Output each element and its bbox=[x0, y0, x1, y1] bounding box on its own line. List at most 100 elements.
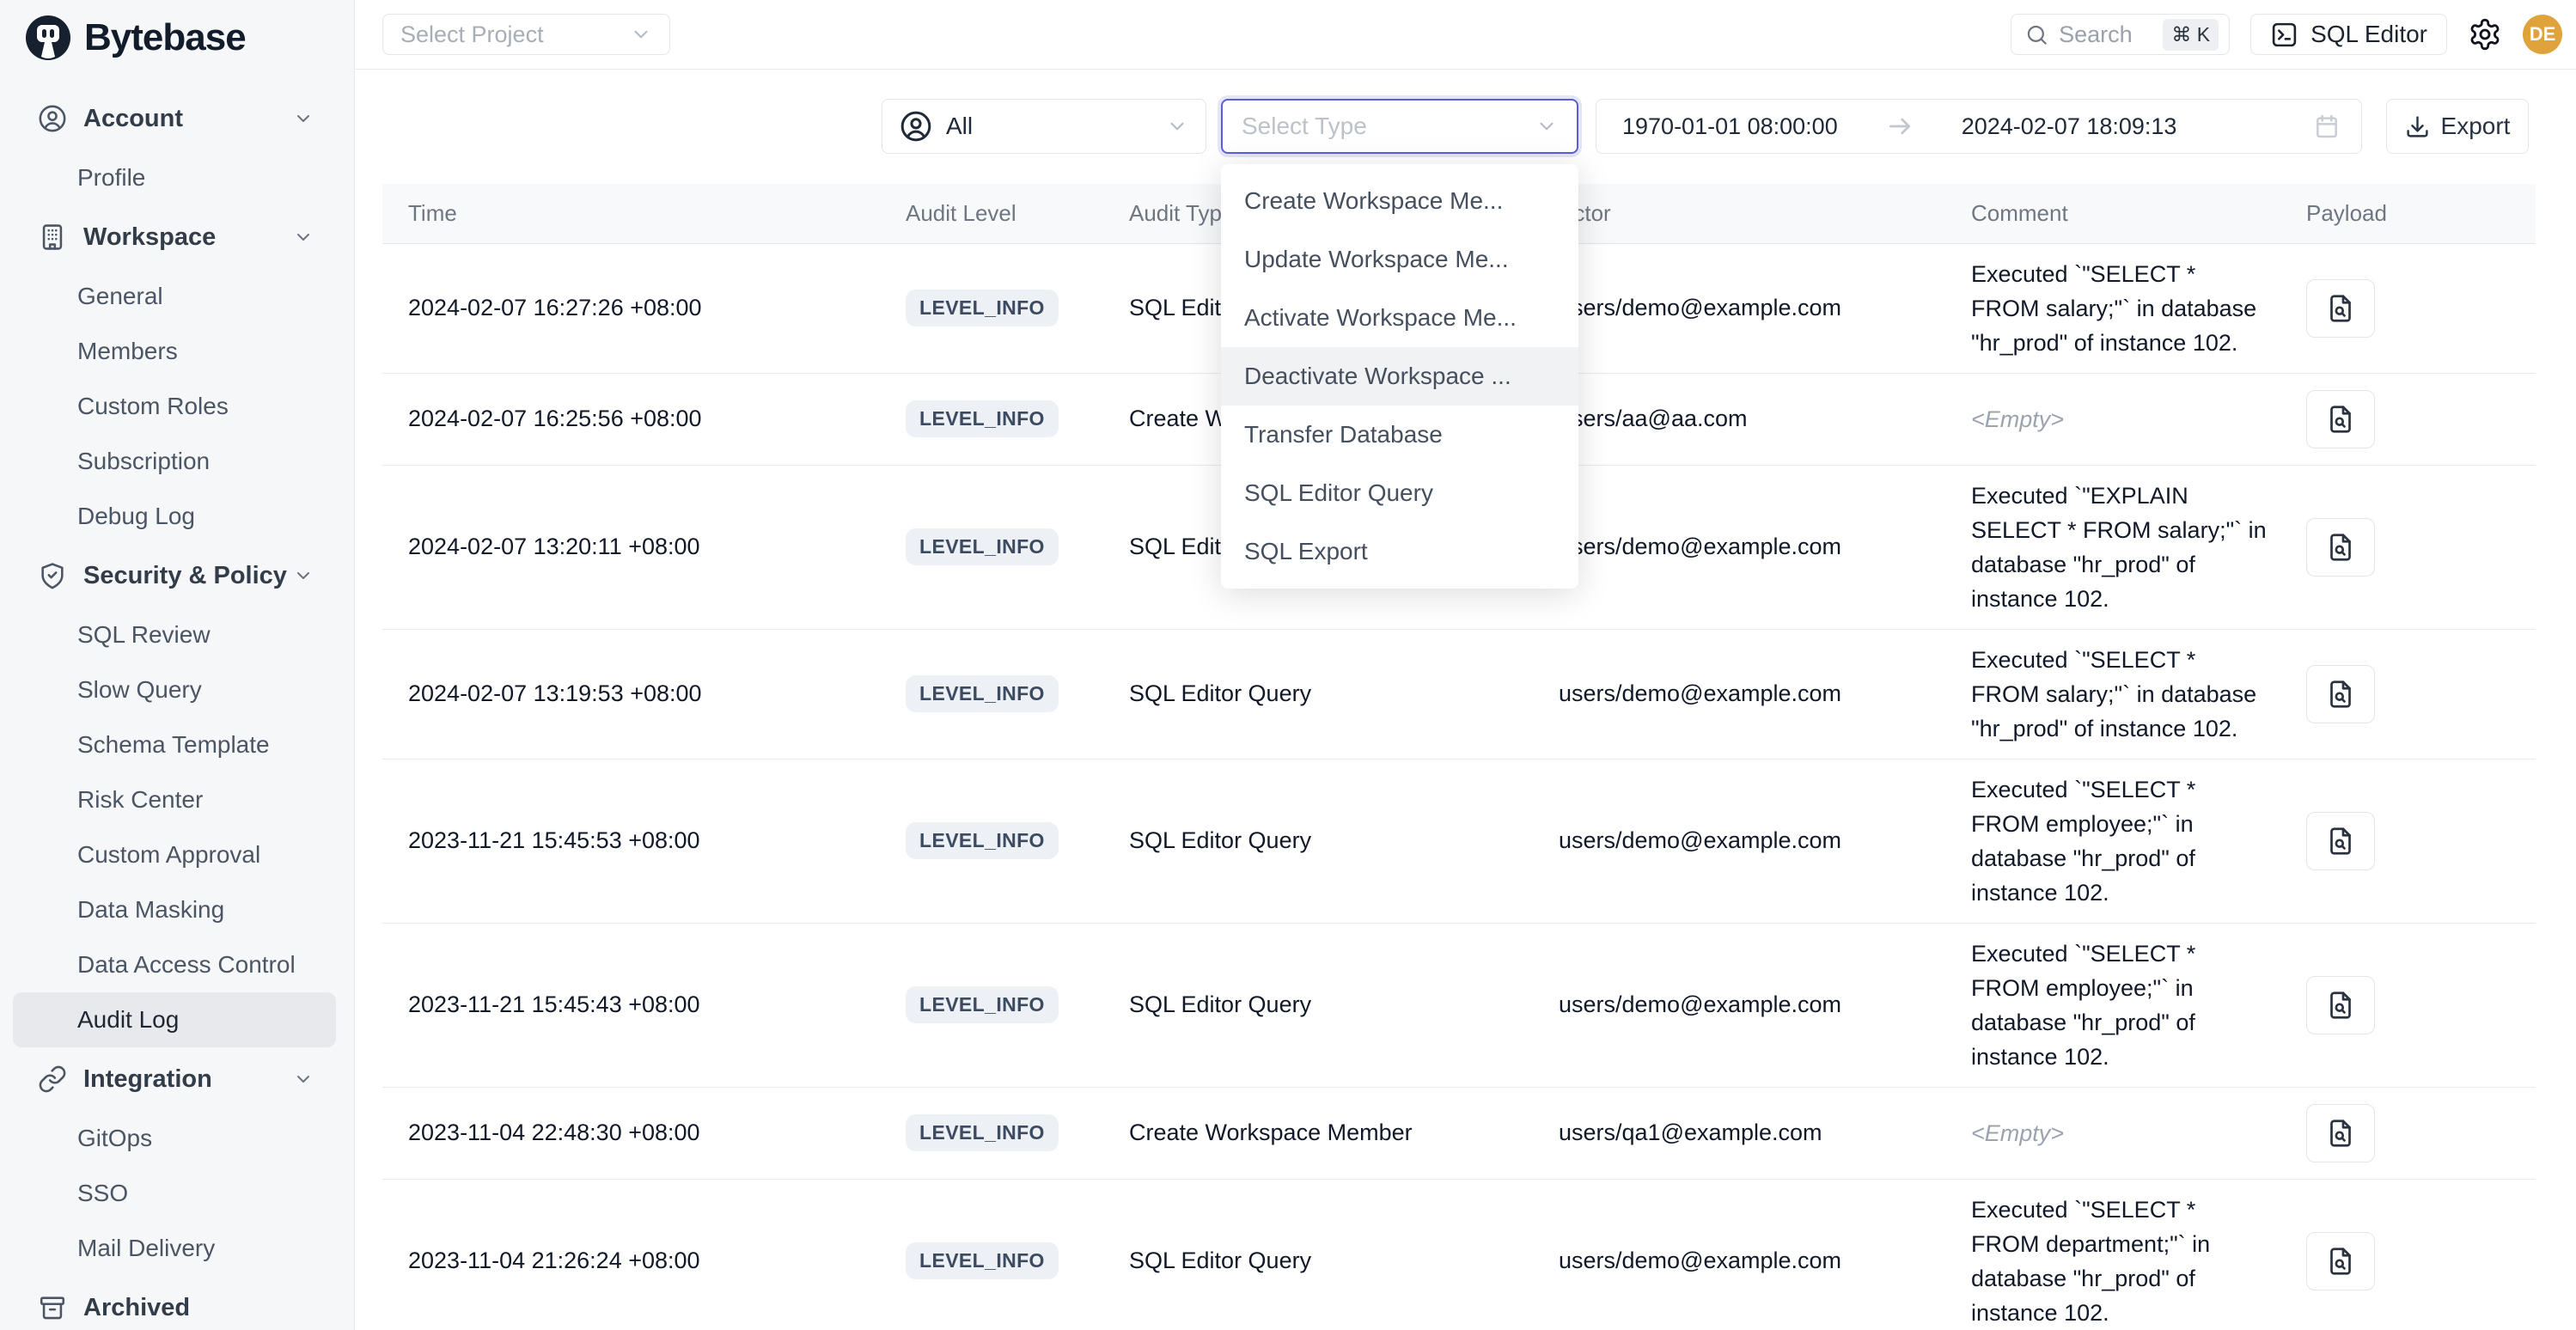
file-search-icon bbox=[2325, 532, 2356, 563]
sidebar-nav: Account Profile Workspace General Member… bbox=[0, 91, 354, 1330]
avatar[interactable]: DE bbox=[2523, 15, 2562, 54]
file-search-icon bbox=[2325, 293, 2356, 324]
sidebar-item-integration[interactable]: Integration bbox=[13, 1052, 336, 1107]
comment-cell: <Empty> bbox=[1950, 373, 2286, 465]
payload-view-button[interactable] bbox=[2306, 279, 2375, 338]
bytebase-logo-icon bbox=[24, 14, 72, 62]
table-row[interactable]: 2023-11-21 15:45:53 +08:00 LEVEL_INFO SQ… bbox=[382, 759, 2536, 923]
actor-cell: users/aa@aa.com bbox=[1538, 373, 1950, 465]
audit-level-cell: LEVEL_INFO bbox=[885, 923, 1108, 1087]
payload-view-button[interactable] bbox=[2306, 665, 2375, 723]
sidebar-item-gitops[interactable]: GitOps bbox=[13, 1111, 336, 1166]
dropdown-option[interactable]: SQL Editor Query bbox=[1221, 464, 1578, 522]
sidebar-item-sql-review[interactable]: SQL Review bbox=[13, 607, 336, 662]
audit-level-cell: LEVEL_INFO bbox=[885, 1087, 1108, 1179]
sidebar-item-subscription[interactable]: Subscription bbox=[13, 434, 336, 489]
dropdown-option[interactable]: Create Workspace Me... bbox=[1221, 172, 1578, 230]
user-circle-icon bbox=[900, 110, 932, 143]
search-input[interactable]: Search ⌘ K bbox=[2011, 14, 2230, 55]
actor-filter-value: All bbox=[946, 113, 973, 140]
dropdown-option[interactable]: Update Workspace Me... bbox=[1221, 230, 1578, 289]
file-search-icon bbox=[2325, 990, 2356, 1021]
sidebar-item-schema-template[interactable]: Schema Template bbox=[13, 717, 336, 772]
sidebar-item-audit-log[interactable]: Audit Log bbox=[13, 992, 336, 1047]
bytebase-logo[interactable]: Bytebase bbox=[0, 0, 354, 62]
actor-filter-select[interactable]: All bbox=[882, 99, 1206, 154]
chevron-down-icon bbox=[1166, 115, 1188, 137]
sidebar-item-debug-log[interactable]: Debug Log bbox=[13, 489, 336, 544]
audit-level-cell: LEVEL_INFO bbox=[885, 373, 1108, 465]
topbar-right: Search ⌘ K SQL Editor DE bbox=[2011, 14, 2562, 55]
actor-cell: users/demo@example.com bbox=[1538, 759, 1950, 923]
dropdown-option[interactable]: Activate Workspace Me... bbox=[1221, 289, 1578, 347]
audit-type-cell: SQL Editor Query bbox=[1108, 629, 1538, 759]
search-shortcut-kbd: ⌘ K bbox=[2163, 19, 2219, 51]
table-row[interactable]: 2023-11-04 22:48:30 +08:00 LEVEL_INFO Cr… bbox=[382, 1087, 2536, 1179]
date-range-picker[interactable]: 1970-01-01 08:00:00 2024-02-07 18:09:13 bbox=[1596, 99, 2362, 154]
time-cell: 2024-02-07 13:19:53 +08:00 bbox=[382, 629, 885, 759]
project-select-placeholder: Select Project bbox=[400, 21, 544, 48]
payload-view-button[interactable] bbox=[2306, 390, 2375, 448]
sidebar-item-sso[interactable]: SSO bbox=[13, 1166, 336, 1221]
gear-icon[interactable] bbox=[2468, 17, 2502, 52]
type-filter-select[interactable]: Select Type bbox=[1221, 99, 1578, 154]
dropdown-option[interactable]: Transfer Database bbox=[1221, 406, 1578, 464]
shield-check-icon bbox=[38, 561, 67, 590]
payload-view-button[interactable] bbox=[2306, 976, 2375, 1034]
sql-editor-label: SQL Editor bbox=[2310, 21, 2427, 48]
level-badge: LEVEL_INFO bbox=[906, 400, 1059, 437]
sql-editor-button[interactable]: SQL Editor bbox=[2250, 14, 2447, 55]
chevron-down-icon bbox=[1535, 115, 1558, 137]
actor-cell: users/demo@example.com bbox=[1538, 465, 1950, 629]
payload-cell bbox=[2286, 1087, 2536, 1179]
sidebar-item-account[interactable]: Account bbox=[13, 91, 336, 146]
sidebar-item-profile[interactable]: Profile bbox=[13, 150, 336, 205]
sidebar-item-data-masking[interactable]: Data Masking bbox=[13, 882, 336, 937]
building-icon bbox=[38, 223, 67, 252]
sidebar-item-members[interactable]: Members bbox=[13, 324, 336, 379]
project-select[interactable]: Select Project bbox=[382, 14, 670, 55]
file-search-icon bbox=[2325, 404, 2356, 435]
sidebar-item-data-access-control[interactable]: Data Access Control bbox=[13, 937, 336, 992]
sidebar-item-general[interactable]: General bbox=[13, 269, 336, 324]
payload-view-button[interactable] bbox=[2306, 518, 2375, 577]
time-cell: 2023-11-21 15:45:43 +08:00 bbox=[382, 923, 885, 1087]
actor-cell: users/demo@example.com bbox=[1538, 243, 1950, 373]
audit-level-cell: LEVEL_INFO bbox=[885, 1179, 1108, 1330]
table-row[interactable]: 2023-11-04 21:26:24 +08:00 LEVEL_INFO SQ… bbox=[382, 1179, 2536, 1330]
dropdown-option[interactable]: SQL Export bbox=[1221, 522, 1578, 581]
payload-view-button[interactable] bbox=[2306, 1104, 2375, 1162]
actor-cell: users/demo@example.com bbox=[1538, 1179, 1950, 1330]
calendar-icon bbox=[2313, 113, 2341, 140]
payload-cell bbox=[2286, 1179, 2536, 1330]
type-filter-dropdown: Create Workspace Me... Update Workspace … bbox=[1221, 164, 1578, 589]
sidebar-item-custom-approval[interactable]: Custom Approval bbox=[13, 827, 336, 882]
chevron-down-icon bbox=[293, 108, 314, 129]
payload-view-button[interactable] bbox=[2306, 812, 2375, 870]
user-circle-icon bbox=[38, 104, 67, 133]
sidebar-item-workspace[interactable]: Workspace bbox=[13, 210, 336, 265]
search-icon bbox=[2025, 23, 2048, 46]
file-search-icon bbox=[2325, 679, 2356, 710]
audit-level-cell: LEVEL_INFO bbox=[885, 465, 1108, 629]
sidebar-item-archived[interactable]: Archived bbox=[13, 1280, 336, 1330]
sidebar-item-custom-roles[interactable]: Custom Roles bbox=[13, 379, 336, 434]
payload-cell bbox=[2286, 629, 2536, 759]
sidebar-item-risk-center[interactable]: Risk Center bbox=[13, 772, 336, 827]
level-badge: LEVEL_INFO bbox=[906, 1242, 1059, 1279]
table-row[interactable]: 2024-02-07 13:19:53 +08:00 LEVEL_INFO SQ… bbox=[382, 629, 2536, 759]
export-button[interactable]: Export bbox=[2386, 99, 2529, 154]
table-row[interactable]: 2023-11-21 15:45:43 +08:00 LEVEL_INFO SQ… bbox=[382, 923, 2536, 1087]
time-cell: 2023-11-21 15:45:53 +08:00 bbox=[382, 759, 885, 923]
sidebar-item-slow-query[interactable]: Slow Query bbox=[13, 662, 336, 717]
sidebar-item-mail-delivery[interactable]: Mail Delivery bbox=[13, 1221, 336, 1276]
time-cell: 2023-11-04 22:48:30 +08:00 bbox=[382, 1087, 885, 1179]
level-badge: LEVEL_INFO bbox=[906, 675, 1059, 712]
audit-type-cell: SQL Editor Query bbox=[1108, 1179, 1538, 1330]
dropdown-option[interactable]: Deactivate Workspace ... bbox=[1221, 347, 1578, 406]
column-header: Actor bbox=[1538, 184, 1950, 243]
sidebar-item-security-policy[interactable]: Security & Policy bbox=[13, 548, 336, 603]
date-start-value: 1970-01-01 08:00:00 bbox=[1622, 113, 1838, 140]
payload-view-button[interactable] bbox=[2306, 1232, 2375, 1290]
column-header: Time bbox=[382, 184, 885, 243]
